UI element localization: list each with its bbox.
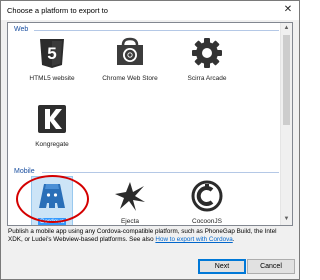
chrome-web-store-icon (117, 37, 143, 65)
platform-list[interactable]: Web 5 HTML5 website Chrome Web Store Sci… (7, 22, 293, 226)
platform-description: Publish a mobile app using any Cordova-c… (8, 228, 292, 244)
dialog-title: Choose a platform to export to (7, 6, 108, 15)
vertical-scrollbar[interactable]: ▲ ▼ (280, 23, 292, 225)
section-divider (42, 172, 279, 173)
platform-label: Kongregate (35, 141, 69, 148)
close-icon[interactable]: ✕ (282, 4, 294, 16)
description-text: Publish a mobile app using any Cordova-c… (8, 228, 277, 244)
platform-label: Scirra Arcade (187, 75, 227, 82)
scroll-down-arrow-icon[interactable]: ▼ (281, 214, 292, 225)
description-tail: . (232, 236, 235, 244)
section-header-mobile: Mobile (14, 168, 279, 175)
cordova-help-link[interactable]: How to export with Cordova (155, 236, 232, 243)
section-label-web: Web (14, 26, 29, 33)
kongregate-icon (38, 105, 66, 133)
platform-label: Ejecta (120, 218, 140, 225)
title-bar: Choose a platform to export to ✕ (1, 1, 299, 20)
platform-label: Cordova (37, 218, 67, 225)
scroll-up-arrow-icon[interactable]: ▲ (281, 23, 292, 34)
scroll-thumb[interactable] (283, 35, 290, 125)
next-button[interactable]: Next (198, 259, 246, 274)
html5-icon: 5 (40, 39, 64, 68)
cordova-icon (39, 184, 65, 208)
platform-label: HTML5 website (29, 75, 75, 82)
section-label-mobile: Mobile (14, 168, 35, 175)
ejecta-icon (115, 182, 145, 211)
export-dialog: Choose a platform to export to ✕ Web 5 H… (0, 0, 300, 280)
svg-text:5: 5 (47, 44, 56, 63)
scirra-arcade-gear-icon (192, 38, 222, 68)
section-header-web: Web (14, 26, 279, 33)
section-divider (34, 30, 279, 31)
platform-label: Chrome Web Store (102, 75, 158, 82)
platform-label: CocoonJS (192, 218, 222, 225)
cancel-button[interactable]: Cancel (247, 259, 295, 274)
cocoonjs-icon (191, 180, 223, 212)
